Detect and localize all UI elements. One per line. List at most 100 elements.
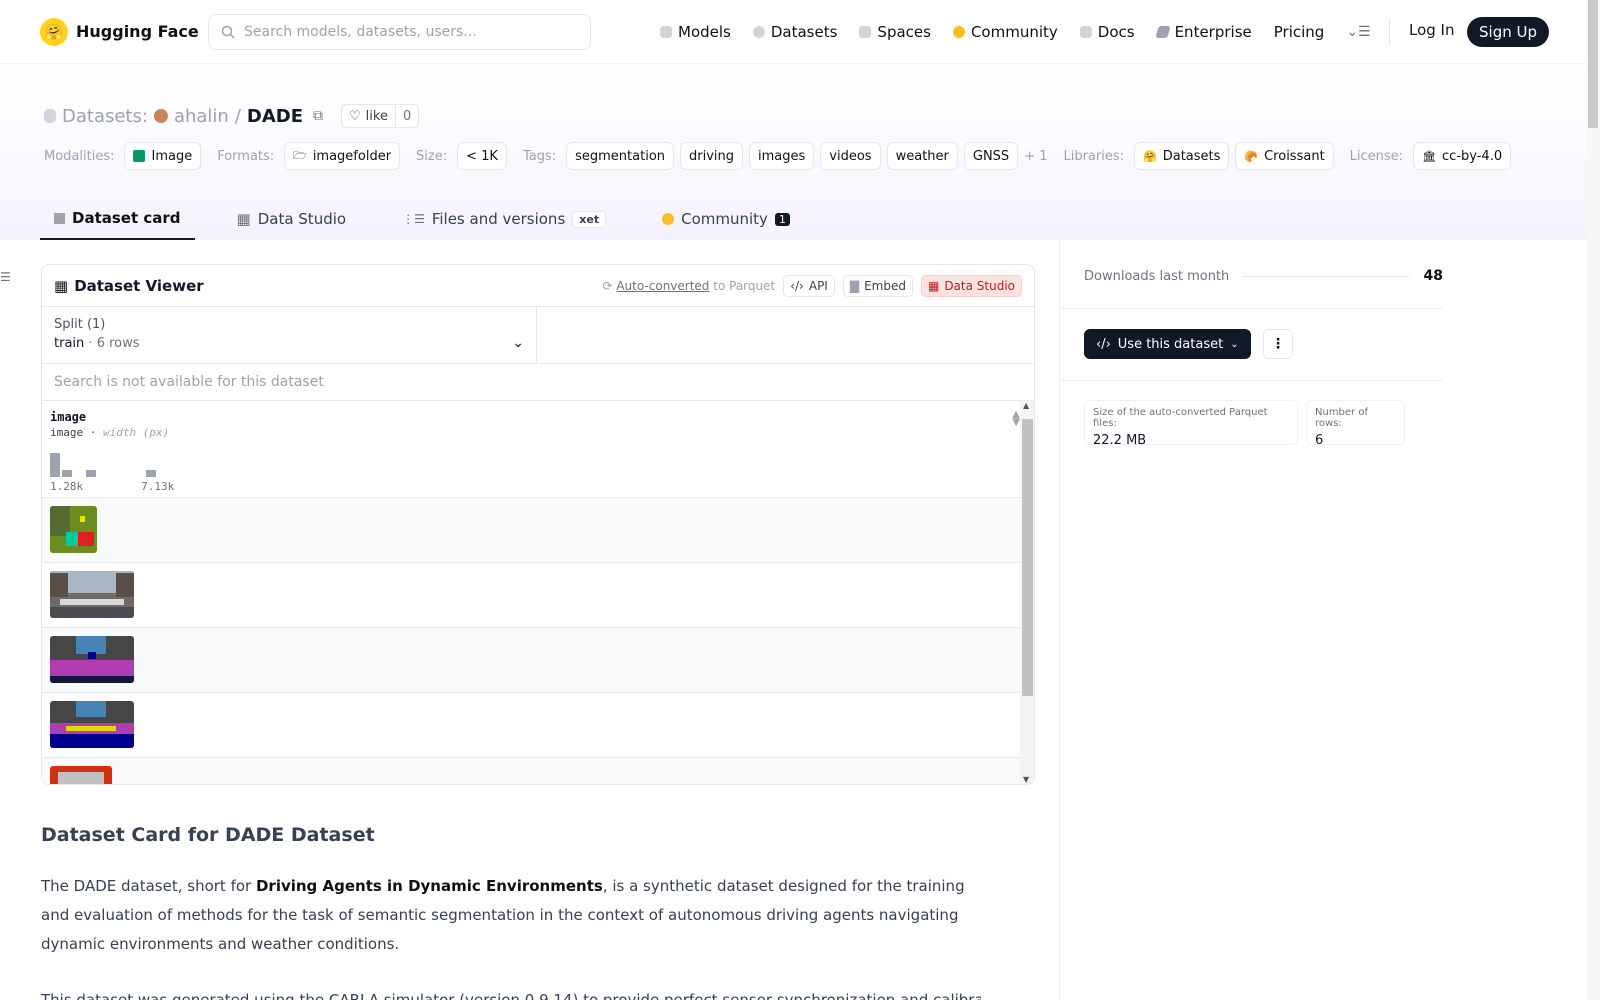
chevron-down-icon: ⌄ [512,335,524,351]
scroll-up-arrow-icon[interactable]: ▲ [1023,401,1029,410]
segmentation-thumbnail[interactable] [50,506,97,553]
parquet-size-label: Size of the auto-converted Parquet files… [1093,407,1268,429]
api-button[interactable]: ‹/› API [783,274,835,297]
page-scrollbar[interactable] [1586,0,1600,1000]
metadata-row: Modalities: Image Formats: 🗁 imagefolder … [44,142,1512,170]
table-row[interactable] [42,693,1034,758]
login-link[interactable]: Log In [1409,21,1455,39]
page-scrollbar-thumb[interactable] [1588,0,1598,128]
nav-spaces[interactable]: Spaces [859,23,931,41]
table-row[interactable] [42,758,1034,785]
histogram-bar[interactable] [50,453,60,477]
dataset-viewer: ▦ Dataset Viewer ⟳ Auto-converted to Parq… [41,264,1035,785]
tag-driving[interactable]: driving [680,142,744,170]
size-tag[interactable]: < 1K [457,142,507,170]
breadcrumb-owner[interactable]: ahalin [174,106,229,127]
signup-button[interactable]: Sign Up [1467,17,1549,47]
cube-icon [54,212,65,224]
split-selector[interactable]: Split (1) train · 6 rows ⌄ [42,307,537,363]
brand-logo[interactable]: 🤗 Hugging Face [40,17,199,46]
nav-enterprise[interactable]: Enterprise [1154,23,1252,41]
format-tag[interactable]: 🗁 imagefolder [284,142,401,170]
row-count-stat: Number of rows: 6 [1306,400,1405,448]
scroll-down-arrow-icon[interactable]: ▼ [1023,775,1029,784]
license-value: cc-by-4.0 [1442,148,1503,164]
modality-value: Image [151,148,193,164]
tag-gnss[interactable]: GNSS [963,142,1019,170]
card-paragraph: The DADE dataset, short for Driving Agen… [41,872,981,959]
tag-videos[interactable]: videos [820,142,881,170]
nav-community[interactable]: Community [952,23,1058,41]
tab-files-versions[interactable]: ⋮☰ Files and versions xet [388,198,620,240]
modality-tag[interactable]: Image [124,142,202,170]
tab-dataset-card[interactable]: Dataset card [40,198,195,240]
breadcrumb: Datasets: ahalin / DADE ⧉ ♡ like 0 [44,104,420,128]
data-studio-button[interactable]: ▦ Data Studio [920,274,1022,297]
embed-button[interactable]: ▇ Embed [842,274,913,297]
sidebar-toggle-icon[interactable]: ☰ [0,270,11,284]
split-label: Split (1) [54,317,106,332]
dotted-leader [1243,275,1410,277]
sidebar-separator [1060,380,1443,381]
column-name: image [50,410,87,424]
table-row[interactable] [42,628,1034,693]
nav-datasets[interactable]: Datasets [752,23,837,41]
repo-name[interactable]: DADE [247,106,303,127]
search-input[interactable] [244,24,564,40]
library-croissant-label: Croissant [1264,148,1325,164]
width-histogram [50,451,156,477]
copy-icon[interactable]: ⧉ [313,108,323,124]
scrollbar-thumb[interactable] [1022,419,1033,696]
split-dot: · [88,336,93,351]
tags-more-button[interactable]: + 1 [1024,149,1047,164]
breadcrumb-separator: / [234,105,241,127]
column-type: image [50,426,84,439]
like-button[interactable]: ♡ like 0 [341,104,420,128]
breadcrumb-section[interactable]: Datasets: [62,106,148,127]
histogram-max: 7.13k [141,480,175,493]
segmentation-thumbnail[interactable] [50,636,134,683]
nav-docs[interactable]: Docs [1079,23,1135,41]
xet-badge: xet [572,210,607,228]
photo-thumbnail[interactable] [50,766,112,785]
split-name: train [54,336,85,351]
more-options-icon[interactable]: ⋮ [1263,329,1293,359]
library-datasets[interactable]: 🤗 Datasets [1134,142,1230,170]
sort-icon[interactable]: ▲ ▼ [1012,410,1020,428]
repo-tabs: Dataset card ▦ Data Studio ⋮☰ Files and ve… [40,198,804,240]
histogram-bar[interactable] [86,469,96,477]
segmentation-thumbnail[interactable] [50,701,134,748]
data-studio-label: Data Studio [944,278,1015,293]
use-dataset-button[interactable]: ‹/› Use this dataset ⌄ [1084,329,1251,359]
auto-converted-link[interactable]: Auto-converted [616,279,709,293]
nav-more-menu-icon[interactable]: ⌄☰ [1346,24,1370,40]
libraries-label: Libraries: [1063,148,1125,164]
use-dataset-label: Use this dataset [1117,336,1224,352]
nav-pricing[interactable]: Pricing [1274,23,1325,41]
folder-icon: 🗁 [293,148,307,162]
size-label: Size: [416,148,448,164]
nav-pricing-label: Pricing [1273,23,1325,41]
nav-models[interactable]: Models [660,23,731,41]
hugging-face-logo-icon: 🤗 [40,17,68,46]
tag-segmentation[interactable]: segmentation [566,142,675,170]
histogram-bar[interactable] [146,469,156,477]
street-photo-thumbnail[interactable] [50,571,134,618]
viewer-header: ▦ Dataset Viewer ⟳ Auto-converted to Parq… [42,265,1034,307]
viewer-scrollbar[interactable]: ▲ ▼ [1020,401,1034,784]
table-row[interactable] [42,563,1034,628]
search-box[interactable] [208,14,591,50]
histogram-bar[interactable] [62,469,72,477]
tag-weather[interactable]: weather [886,142,958,170]
table-row[interactable] [42,498,1034,563]
table-icon: ▦ [236,210,251,228]
tab-data-studio[interactable]: ▦ Data Studio [223,198,361,240]
tag-images[interactable]: images [749,142,815,170]
tab-community[interactable]: Community 1 [648,198,804,240]
auto-converted-note: ⟳ Auto-converted to Parquet [602,279,775,293]
to-parquet-label: to Parquet [713,278,776,293]
downloads-stat: Downloads last month 48 [1084,268,1443,284]
image-column-header[interactable]: image image · width (px) 1.28k 7.13k ▲ ▼ [42,401,1034,498]
library-croissant[interactable]: 🥐 Croissant [1235,142,1334,170]
license-tag[interactable]: 🏛 cc-by-4.0 [1413,142,1512,170]
